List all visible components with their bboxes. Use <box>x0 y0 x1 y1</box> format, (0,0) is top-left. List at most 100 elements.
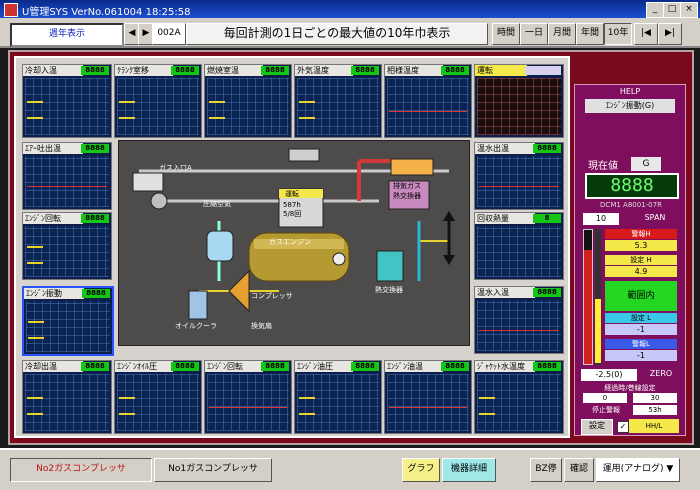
operation-mode-select[interactable]: 運用(アナログ) ▼ <box>596 458 680 482</box>
gauge-value: 8888 <box>82 289 110 298</box>
trend-graph <box>477 300 561 351</box>
threshold-line <box>479 329 559 331</box>
zero-value[interactable]: -2.5(0) <box>581 369 637 381</box>
settings-button[interactable]: 設定 <box>581 419 613 435</box>
trend-trace <box>27 246 43 265</box>
gauge-13[interactable]: ｴﾝｼﾞﾝｵｲﾙ圧 8888 <box>114 360 202 434</box>
span-value[interactable]: 10 <box>583 213 619 225</box>
elapsed-value-b[interactable]: 30 <box>633 393 677 403</box>
gauge-14[interactable]: ｴﾝｼﾞﾝ回転 8888 <box>204 360 292 434</box>
stop-alarm-label: 停止警報 <box>592 406 620 414</box>
info-panel: HELP ｴﾝｼﾞﾝ振動(G) 現在値 G 8888 DCM1 A8001-07… <box>574 84 686 436</box>
trend-trace <box>27 396 43 415</box>
confirm-button[interactable]: 確認 <box>564 458 594 482</box>
gauge-label: ｴﾝｼﾞﾝ回転 <box>23 213 83 224</box>
hh-checkbox[interactable]: ✓ <box>617 421 629 433</box>
threshold-line <box>389 407 467 409</box>
gauge-label: 温水出温 <box>475 143 535 154</box>
gauge-17[interactable]: ｼﾞｬｹｯﾄ水温度 8888 <box>474 360 564 434</box>
gauge-7[interactable]: ｴﾝｼﾞﾝ回転 8888 <box>22 212 112 280</box>
nav-last-button[interactable]: ▶| <box>658 23 682 45</box>
gauge-5[interactable]: 運転 <box>474 64 564 138</box>
mode-select[interactable]: 週年表示 <box>10 23 124 47</box>
elapsed-value-a[interactable]: 0 <box>583 393 627 403</box>
gauge-value: 8888 <box>81 362 109 371</box>
period-year-button[interactable]: 年間 <box>576 23 604 45</box>
gauge-4[interactable]: 相様温度 8888 <box>384 64 472 138</box>
elapsed-label: 経過時/巻線設定 <box>604 384 656 392</box>
period-month-button[interactable]: 月間 <box>548 23 576 45</box>
alarm-low-label: 警報L <box>605 339 677 349</box>
gauge-value: 8888 <box>441 362 469 371</box>
level-bar-fill <box>584 250 592 364</box>
device-detail-button[interactable]: 機器詳細 <box>442 458 496 482</box>
trend-graph <box>297 374 379 431</box>
ventilation-label: 換気扇 <box>251 322 272 330</box>
trend-graph <box>477 156 561 207</box>
channel-label: DCM1 A8001-07R <box>600 201 662 209</box>
trend-graph <box>25 374 109 431</box>
nav-first-button[interactable]: |◀ <box>634 23 658 45</box>
period-time-button[interactable]: 時間 <box>492 23 520 45</box>
gauge-label: 燃焼室温 <box>205 65 263 76</box>
current-value-display: 8888 <box>585 173 679 199</box>
alarm-high-value[interactable]: 5.3 <box>605 240 677 251</box>
trend-graph <box>117 374 199 431</box>
trend-trace <box>119 396 135 415</box>
alarm-low-value[interactable]: -1 <box>605 350 677 361</box>
gauge-label: 相様温度 <box>385 65 443 76</box>
gauge-1[interactable]: ｸﾗﾝｸ室移 8888 <box>114 64 202 138</box>
gauge-12[interactable]: 冷却出温 8888 <box>22 360 112 434</box>
code-field[interactable]: 002A <box>152 23 186 45</box>
gauge-label: ｸﾗﾝｸ室移 <box>115 65 173 76</box>
gauge-label: 運転 <box>475 65 527 76</box>
trend-graph <box>25 156 109 207</box>
setpoint-low-value[interactable]: -1 <box>605 324 677 335</box>
minimize-button[interactable]: _ <box>646 2 664 18</box>
period-day-button[interactable]: 一日 <box>520 23 548 45</box>
trend-graph <box>25 226 109 277</box>
gauge-9[interactable]: 温水出温 8888 <box>474 142 564 210</box>
threshold-line <box>479 185 559 187</box>
gauge-6[interactable]: ｴｱｰ吐出温 8888 <box>22 142 112 210</box>
tab-no1-compressor[interactable]: No1ガスコンプレッサ <box>154 458 272 482</box>
gauge-3[interactable]: 外気温度 8888 <box>294 64 382 138</box>
gauge-16[interactable]: ｴﾝｼﾞﾝ油温 8888 <box>384 360 472 434</box>
toolbar: 週年表示 ◀ ▶ 002A 毎回計測の1日ごとの最大値の10年巾表示 時間 一日… <box>0 18 700 48</box>
compressed-air-label: 圧縮空気 <box>203 200 231 208</box>
gauge-2[interactable]: 燃焼室温 8888 <box>204 64 292 138</box>
period-10y-button[interactable]: 10年 <box>604 23 632 45</box>
heat-exchanger-label: 熱交換器 <box>375 286 403 294</box>
gauge-value: 8888 <box>81 66 109 75</box>
setpoint-high-value[interactable]: 4.9 <box>605 266 677 277</box>
threshold-line <box>389 111 467 113</box>
trend-trace <box>209 100 225 119</box>
gauge-label: ｴﾝｼﾞﾝｵｲﾙ圧 <box>115 361 173 372</box>
close-button[interactable]: × <box>680 2 698 18</box>
oil-cooler-label: オイルクーラ <box>175 322 217 330</box>
bz-stop-button[interactable]: BZ停 <box>530 458 562 482</box>
gauge-value: 8888 <box>171 362 199 371</box>
gauge-10[interactable]: 回収熱量 8 <box>474 212 564 280</box>
trend-trace <box>119 100 135 119</box>
trend-graph <box>207 374 289 431</box>
gauge-15[interactable]: ｴﾝｼﾞﾝ油圧 8888 <box>294 360 382 434</box>
tab-no2-compressor[interactable]: No2ガスコンプレッサ <box>10 458 152 482</box>
graph-button[interactable]: グラフ <box>402 458 440 482</box>
status-panel-value: 587h 5/8回 <box>283 201 302 218</box>
trend-trace <box>28 321 44 340</box>
gauge-label: ｼﾞｬｹｯﾄ水温度 <box>475 361 535 372</box>
level-bar-track-2 <box>595 229 601 365</box>
status-panel-title: 運転 <box>285 190 299 198</box>
gauge-8[interactable]: ｴﾝｼﾞﾝ振動 8888 <box>22 286 114 356</box>
gauge-0[interactable]: 冷却入温 8888 <box>22 64 112 138</box>
stop-alarm-value: 53h <box>633 405 677 415</box>
gauge-label: 冷却入温 <box>23 65 83 76</box>
gauge-value: 8888 <box>533 288 561 297</box>
maximize-button[interactable]: □ <box>663 2 681 18</box>
window-title: U管理SYS VerNo.061004 18:25:58 <box>22 7 191 18</box>
gauge-11[interactable]: 温水入温 8888 <box>474 286 564 354</box>
level-bar-fill-2 <box>595 299 601 363</box>
trend-graph <box>297 78 379 135</box>
trend-trace <box>299 100 315 119</box>
